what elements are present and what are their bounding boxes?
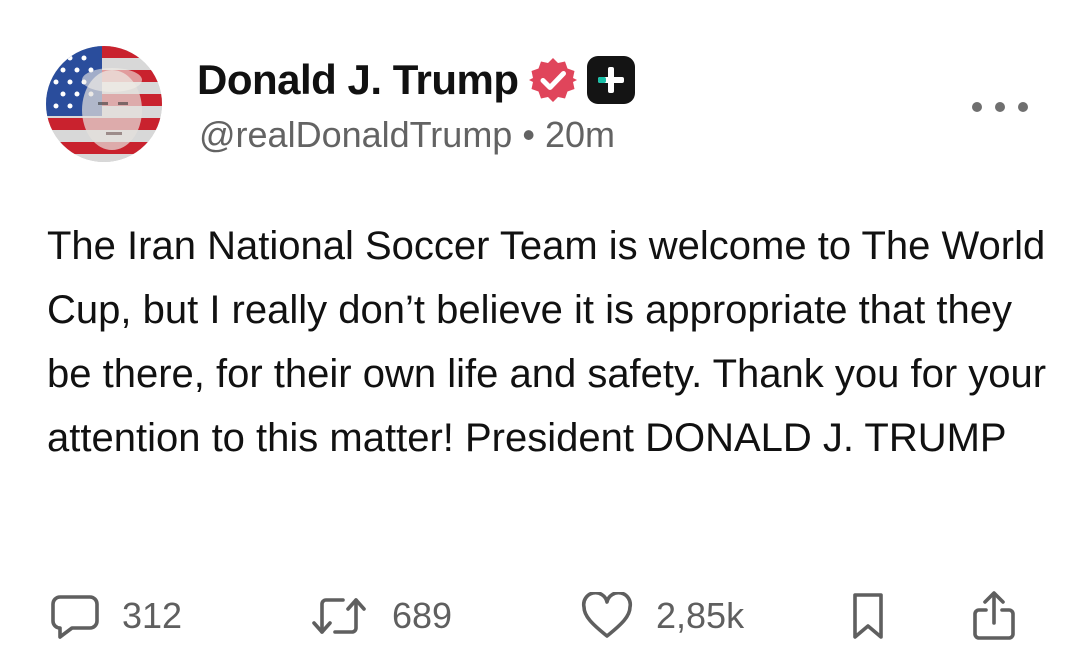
verified-badge-icon — [528, 56, 577, 104]
share-icon — [973, 591, 1015, 640]
more-dot-icon — [995, 102, 1005, 112]
plus-badge-icon — [586, 56, 635, 104]
author-handle[interactable]: @realDonaldTrump — [199, 114, 512, 155]
reply-button[interactable]: 312 — [50, 590, 182, 642]
author-meta-row: @realDonaldTrump • 20m — [199, 114, 615, 156]
reply-icon — [51, 595, 99, 639]
author-name-row: Donald J. Trump — [197, 54, 635, 106]
reply-count: 312 — [122, 595, 183, 636]
more-options-button[interactable] — [972, 92, 1028, 122]
avatar[interactable] — [46, 46, 162, 162]
share-button[interactable] — [970, 590, 1018, 642]
like-button[interactable]: 2,85k — [580, 590, 744, 642]
post-card: Donald J. Trump @realDonaldTrump • 20m The… — [0, 0, 1079, 662]
more-dot-icon — [1018, 102, 1028, 112]
post-timestamp[interactable]: 20m — [545, 114, 615, 155]
bookmark-button[interactable] — [848, 590, 888, 642]
author-display-name[interactable]: Donald J. Trump — [197, 56, 519, 104]
more-dot-icon — [972, 102, 982, 112]
meta-separator: • — [522, 114, 535, 155]
like-count: 2,85k — [656, 595, 745, 636]
repost-button[interactable]: 689 — [310, 590, 452, 642]
post-body-text: The Iran National Soccer Team is welcome… — [47, 224, 1047, 460]
heart-icon — [581, 592, 633, 638]
repost-count: 689 — [392, 595, 453, 636]
bookmark-icon — [853, 593, 883, 639]
repost-icon — [312, 598, 366, 634]
flag-portrait-icon — [46, 46, 162, 162]
